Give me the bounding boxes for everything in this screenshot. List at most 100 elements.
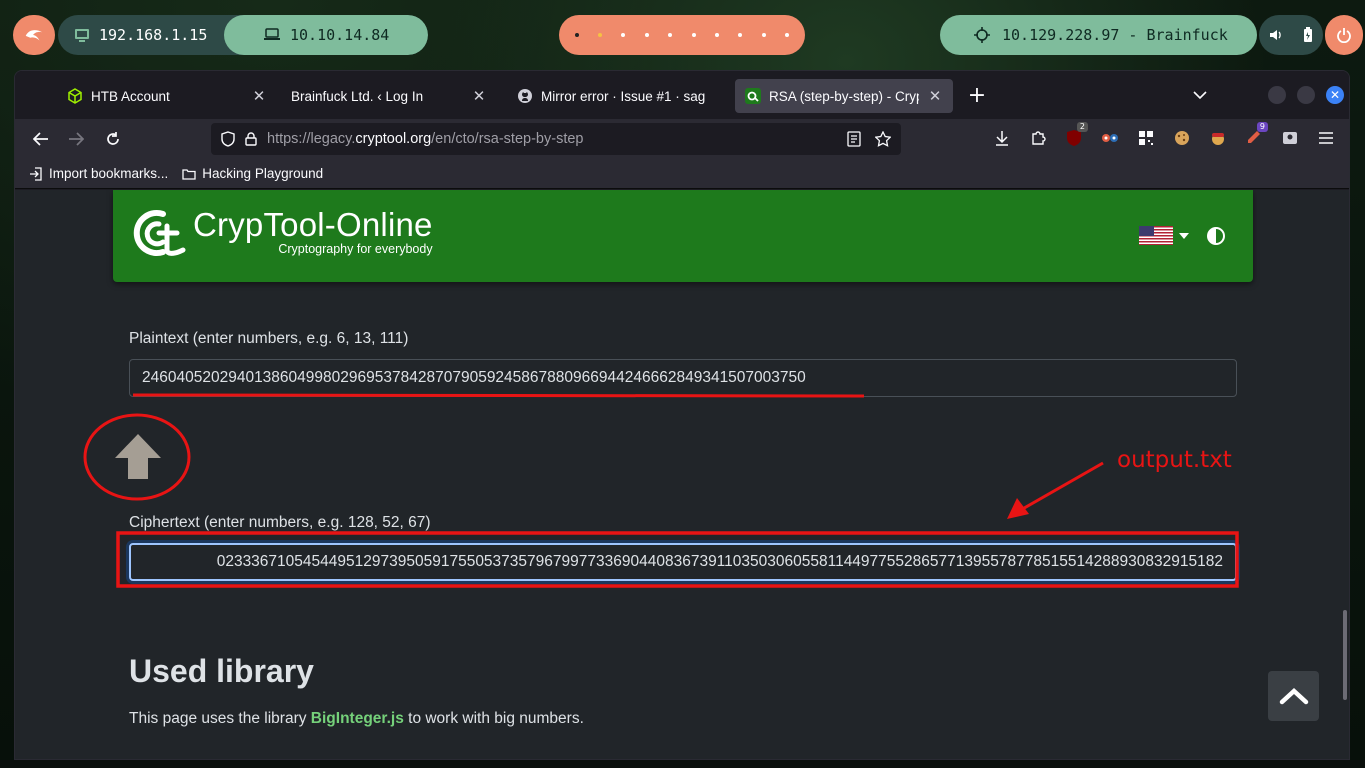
maximize-button[interactable] — [1297, 86, 1315, 104]
ublock-badge: 2 — [1076, 122, 1088, 132]
kali-menu-button[interactable] — [13, 15, 55, 55]
arrow-left-icon — [33, 132, 48, 146]
htb-cube-icon — [68, 88, 82, 104]
library-paragraph: This page uses the library BigInteger.js… — [129, 710, 584, 727]
forward-button[interactable] — [64, 127, 88, 151]
arrow-right-icon — [69, 132, 84, 146]
laptop-icon — [264, 28, 280, 40]
extensions-puzzle-icon[interactable] — [1025, 125, 1051, 151]
brand-tagline: Cryptography for everybody — [278, 242, 433, 256]
chevron-up-icon — [1279, 687, 1308, 705]
tab-rsa-step-by-step[interactable]: RSA (step-by-step) - CrypTo ✕ — [735, 79, 953, 113]
battery-icon — [1304, 27, 1312, 42]
tab-brainfuck-login[interactable]: Brainfuck Ltd. ‹ Log In ✕ — [281, 79, 497, 113]
menu-hamburger-icon[interactable] — [1313, 125, 1339, 151]
web-page: CrypTool-Online Cryptography for everybo… — [15, 190, 1349, 759]
workspace-2[interactable] — [598, 33, 603, 37]
language-selector[interactable] — [1139, 226, 1189, 245]
downloads-icon[interactable] — [989, 125, 1015, 151]
monitor-icon — [75, 29, 89, 42]
page-scrollbar[interactable] — [1343, 610, 1347, 700]
local-ip-text: 192.168.1.15 — [99, 26, 208, 44]
encrypt-arrow-button[interactable] — [113, 431, 163, 481]
bookmarks-toolbar: Import bookmarks... Hacking Playground — [15, 159, 1349, 189]
local-ip: 192.168.1.15 — [58, 15, 224, 55]
list-all-tabs-button[interactable] — [1193, 85, 1207, 104]
reader-view-icon[interactable] — [847, 131, 861, 147]
workspace-9[interactable] — [761, 33, 766, 37]
caret-down-icon — [1179, 232, 1189, 239]
notes-icon[interactable]: 9 — [1241, 122, 1268, 151]
site-logo[interactable]: CrypTool-Online Cryptography for everybo… — [133, 206, 433, 260]
user-agent-icon[interactable] — [1277, 125, 1303, 151]
us-flag-icon — [1139, 226, 1173, 245]
workspace-1[interactable] — [574, 33, 579, 37]
tab-htb-account[interactable]: HTB Account ✕ — [57, 79, 277, 113]
tab-title: Mirror error · Issue #1 · sag — [541, 88, 706, 104]
volume-icon[interactable] — [1269, 28, 1283, 42]
taskbar-edge — [0, 760, 1365, 768]
close-tab-icon[interactable]: ✕ — [927, 87, 943, 105]
bookmark-label: Import bookmarks... — [49, 166, 169, 181]
power-icon — [1337, 28, 1351, 43]
ublock-icon[interactable]: 2 — [1061, 122, 1088, 151]
browser-window: HTB Account ✕ Brainfuck Ltd. ‹ Log In ✕ … — [14, 70, 1350, 760]
tab-bar: HTB Account ✕ Brainfuck Ltd. ‹ Log In ✕ … — [15, 71, 1349, 119]
cookie-icon[interactable] — [1169, 125, 1195, 151]
workspace-switcher[interactable] — [559, 15, 805, 55]
foxyproxy-icon[interactable] — [1097, 125, 1123, 151]
system-tray — [1259, 15, 1323, 55]
back-button[interactable] — [29, 127, 53, 151]
output-txt-annotation-label: output.txt — [1117, 447, 1232, 473]
address-bar[interactable]: https://legacy.cryptool.org/en/cto/rsa-s… — [211, 123, 901, 155]
cryptool-logo-icon — [133, 210, 186, 256]
import-icon — [30, 166, 42, 181]
navigation-toolbar: https://legacy.cryptool.org/en/cto/rsa-s… — [15, 119, 1349, 159]
notes-badge: 9 — [1256, 122, 1268, 132]
workspace-3[interactable] — [621, 33, 626, 37]
folder-icon — [182, 168, 196, 180]
minimize-button[interactable] — [1268, 86, 1286, 104]
close-tab-icon[interactable]: ✕ — [251, 87, 267, 105]
hack-tools-icon[interactable] — [1205, 125, 1231, 151]
workspace-7[interactable] — [715, 33, 720, 37]
workspace-5[interactable] — [668, 33, 673, 37]
cryptool-icon — [745, 88, 761, 104]
github-icon — [518, 89, 532, 103]
workspace-10[interactable] — [785, 33, 790, 37]
biginteger-link[interactable]: BigInteger.js — [311, 710, 404, 727]
workspace-6[interactable] — [691, 33, 696, 37]
reload-button[interactable] — [101, 127, 125, 151]
new-tab-button[interactable]: + — [965, 83, 989, 108]
tab-title: RSA (step-by-step) - CrypTo — [769, 88, 919, 104]
ip-indicator: 192.168.1.15 10.10.14.84 — [58, 15, 428, 55]
target-text: 10.129.228.97 - Brainfuck — [1002, 26, 1228, 44]
url-text: https://legacy.cryptool.org/en/cto/rsa-s… — [267, 131, 584, 147]
ciphertext-label: Ciphertext (enter numbers, e.g. 128, 52,… — [129, 514, 431, 531]
tab-github-issue[interactable]: Mirror error · Issue #1 · sag — [507, 79, 733, 113]
tab-title: Brainfuck Ltd. ‹ Log In — [291, 88, 424, 104]
kali-dragon-icon — [25, 30, 43, 41]
workspace-8[interactable] — [738, 33, 743, 37]
workspace-4[interactable] — [644, 33, 649, 37]
vpn-ip-text: 10.10.14.84 — [290, 26, 390, 44]
plaintext-label: Plaintext (enter numbers, e.g. 6, 13, 11… — [129, 330, 409, 347]
qr-code-icon[interactable] — [1133, 125, 1159, 151]
crosshair-icon — [974, 27, 990, 43]
scroll-to-top-button[interactable] — [1268, 671, 1319, 721]
bookmark-import[interactable]: Import bookmarks... — [29, 166, 168, 181]
extension-toolbar: 2 9 — [989, 122, 1339, 151]
close-tab-icon[interactable]: ✕ — [471, 87, 487, 105]
site-header: CrypTool-Online Cryptography for everybo… — [113, 190, 1253, 282]
chevron-down-icon — [1193, 91, 1207, 100]
bookmark-star-icon[interactable] — [875, 131, 891, 147]
power-button[interactable] — [1325, 15, 1363, 55]
tab-title: HTB Account — [91, 88, 170, 104]
plaintext-input[interactable]: 2460405202940138604998029695378428707905… — [129, 359, 1237, 397]
target-indicator: 10.129.228.97 - Brainfuck — [940, 15, 1257, 55]
bookmark-folder-hacking-playground[interactable]: Hacking Playground — [182, 166, 323, 181]
bookmark-label: Hacking Playground — [202, 166, 324, 181]
ciphertext-input[interactable]: 0233367105454495129739505917550537357967… — [129, 543, 1237, 581]
theme-toggle-icon[interactable] — [1207, 227, 1225, 245]
close-window-button[interactable]: ✕ — [1326, 86, 1344, 104]
